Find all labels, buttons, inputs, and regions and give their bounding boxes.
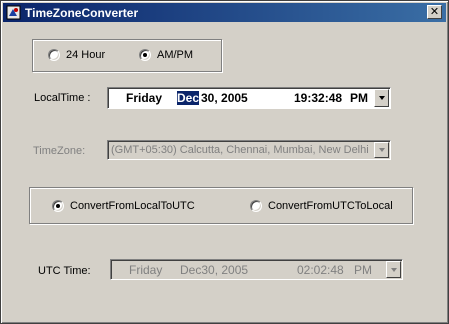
radio-24-hour[interactable]: 24 Hour — [48, 49, 105, 61]
timezone-dropdown-button[interactable] — [374, 142, 389, 158]
utc-weekday: Friday — [129, 263, 163, 277]
utc-date: Dec30, 2005 — [180, 263, 249, 277]
radio-local-to-utc[interactable]: ConvertFromLocalToUTC — [52, 200, 195, 212]
radio-24-hour-label: 24 Hour — [66, 49, 106, 61]
utc-time-dropdown-button[interactable] — [386, 261, 401, 278]
utc-time-picker[interactable]: Friday Dec30, 2005 02:02:48 PM — [110, 259, 403, 280]
timezone-label: TimeZone: — [33, 145, 86, 157]
chevron-down-icon — [378, 96, 385, 100]
utc-time-label: UTC Time: — [38, 265, 91, 277]
timezone-select[interactable]: (GMT+05:30) Calcutta, Chennai, Mumbai, N… — [107, 140, 391, 160]
radio-am-pm-label: AM/PM — [157, 49, 194, 61]
local-time-dropdown-button[interactable] — [374, 89, 389, 107]
local-weekday[interactable]: Friday — [126, 91, 162, 105]
radio-utc-to-local[interactable]: ConvertFromUTCToLocal — [250, 200, 393, 212]
local-month[interactable]: Dec — [177, 91, 200, 105]
local-ampm[interactable]: PM — [350, 91, 368, 105]
local-time-value[interactable]: 19:32:48 — [294, 91, 342, 105]
chevron-down-icon — [390, 267, 397, 272]
radio-24-hour-indicator — [48, 49, 60, 61]
local-time-label: LocalTime : — [34, 92, 91, 104]
close-icon: ✕ — [429, 5, 440, 18]
title-bar[interactable]: TimeZoneConverter ✕ — [3, 3, 446, 22]
main-window: TimeZoneConverter ✕ 24 Hour AM/PM LocalT… — [0, 0, 449, 324]
radio-local-to-utc-label: ConvertFromLocalToUTC — [70, 200, 195, 212]
utc-time-value: 02:02:48 — [297, 263, 344, 277]
utc-ampm: PM — [354, 263, 372, 277]
chevron-down-icon — [378, 148, 385, 152]
window-title: TimeZoneConverter — [25, 6, 139, 20]
app-icon — [6, 5, 21, 20]
close-button[interactable]: ✕ — [427, 5, 442, 19]
local-date[interactable]: 30, 2005 — [201, 91, 248, 105]
radio-am-pm-indicator — [139, 49, 151, 61]
radio-local-to-utc-indicator — [52, 200, 64, 212]
radio-utc-to-local-label: ConvertFromUTCToLocal — [268, 200, 393, 212]
radio-utc-to-local-indicator — [250, 200, 262, 212]
local-time-picker[interactable]: Friday Dec 30, 2005 19:32:48 PM — [107, 87, 391, 109]
timezone-value: (GMT+05:30) Calcutta, Chennai, Mumbai, N… — [111, 144, 369, 156]
radio-am-pm[interactable]: AM/PM — [139, 49, 193, 61]
